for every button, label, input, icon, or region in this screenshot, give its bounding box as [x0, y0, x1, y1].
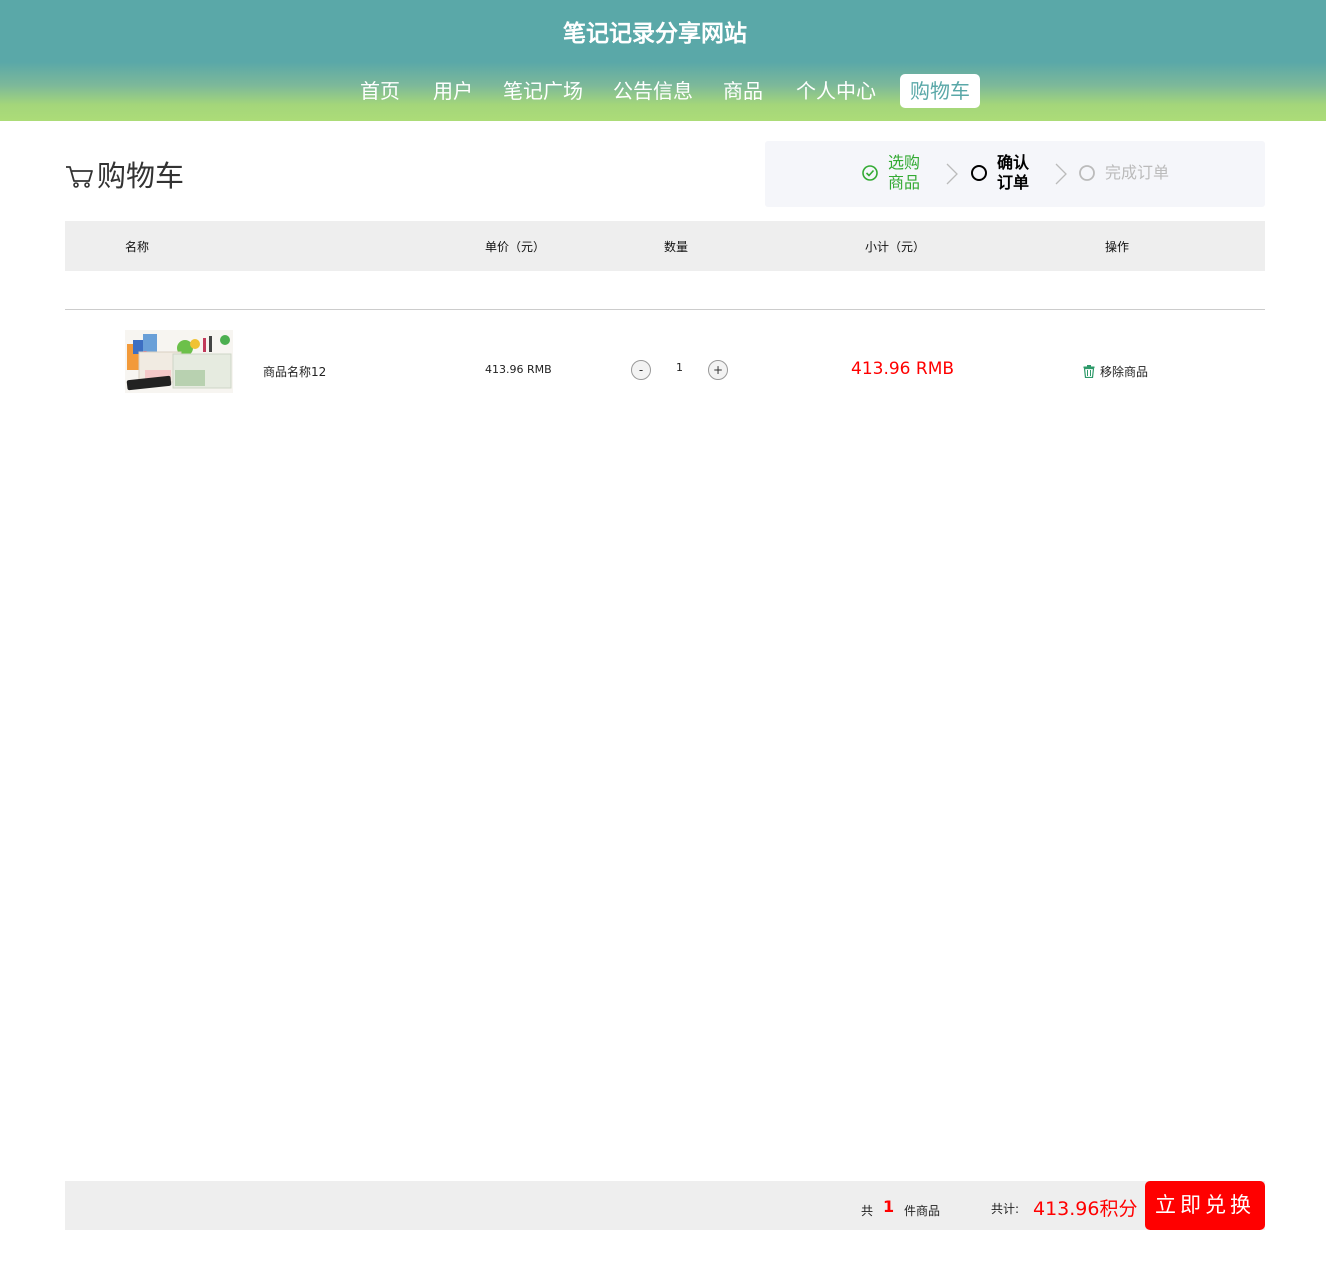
qty-value[interactable]: 1	[676, 361, 683, 374]
row-subtotal: 413.96 RMB	[851, 359, 955, 379]
total-value: 413.96积分	[1033, 1198, 1138, 1220]
step-complete-order: 完成订单	[1078, 163, 1185, 183]
step-label: 完成订单	[1105, 163, 1170, 182]
col-header-name: 名称	[125, 240, 150, 254]
item-count-suffix: 件商品	[904, 1204, 941, 1218]
step-label: 确认订单	[997, 153, 1030, 192]
product-thumbnail[interactable]	[125, 330, 233, 393]
nav-item-notes-square[interactable]: 笔记广场	[503, 74, 583, 108]
check-circle-icon	[862, 165, 878, 181]
unit-price: 413.96 RMB	[485, 363, 552, 376]
nav-item-profile[interactable]: 个人中心	[796, 74, 876, 108]
chevron-right-icon	[946, 163, 958, 185]
checkout-steps: 选购商品 确认订单 完成订单	[765, 141, 1265, 207]
product-name[interactable]: 商品名称12	[263, 363, 326, 380]
cart-footer: 共 1 件商品 共计: 413.96积分 立即兑换	[65, 1181, 1265, 1230]
nav-item-products[interactable]: 商品	[723, 74, 763, 108]
site-header: 笔记记录分享网站 首页 用户 笔记广场 公告信息 商品 个人中心 购物车	[0, 0, 1326, 121]
site-title: 笔记记录分享网站	[563, 21, 747, 47]
remove-item-button[interactable]: 移除商品	[1083, 363, 1148, 380]
item-count: 1	[883, 1197, 895, 1216]
main-nav: 首页 用户 笔记广场 公告信息 商品 个人中心 购物车	[0, 74, 1326, 108]
step-confirm-order: 确认订单	[970, 153, 1033, 193]
item-count-prefix: 共	[861, 1204, 874, 1218]
nav-item-home[interactable]: 首页	[360, 74, 400, 108]
chevron-right-icon	[1055, 163, 1067, 185]
col-header-action: 操作	[1105, 240, 1130, 254]
nav-item-users[interactable]: 用户	[433, 74, 473, 108]
nav-item-cart[interactable]: 购物车	[900, 74, 980, 108]
nav-item-announcements[interactable]: 公告信息	[613, 74, 693, 108]
total-label: 共计:	[991, 1202, 1020, 1216]
shopping-cart-icon	[66, 166, 93, 188]
redeem-now-button[interactable]: 立即兑换	[1145, 1181, 1265, 1230]
cart-table-header: 名称 单价（元） 数量 小计（元） 操作	[65, 221, 1265, 271]
qty-decrease-button[interactable]: -	[631, 360, 651, 380]
step-select-products: 选购商品	[861, 153, 924, 193]
page-title-text: 购物车	[97, 159, 185, 193]
trash-icon	[1083, 365, 1095, 378]
col-header-price: 单价（元）	[485, 240, 546, 254]
page-title: 购物车	[65, 154, 184, 194]
circle-icon	[1079, 165, 1095, 181]
circle-icon	[971, 165, 987, 181]
col-header-qty: 数量	[664, 240, 689, 254]
qty-increase-button[interactable]: +	[708, 360, 728, 380]
step-label: 选购商品	[888, 153, 921, 192]
remove-item-label: 移除商品	[1100, 365, 1149, 379]
table-row: 商品名称12 413.96 RMB - 1 + 413.96 RMB 移除商品	[65, 310, 1265, 410]
col-header-subtotal: 小计（元）	[865, 240, 926, 254]
product-image	[125, 330, 233, 393]
